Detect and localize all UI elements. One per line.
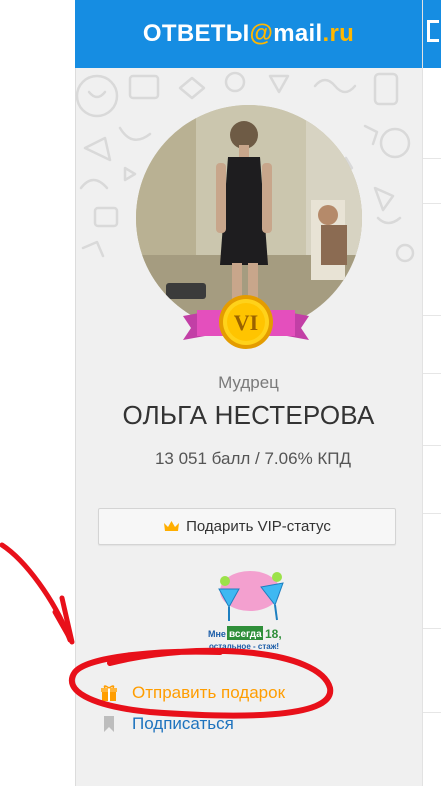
right-content-edge	[422, 0, 441, 786]
send-gift-link[interactable]: Отправить подарок	[100, 683, 285, 703]
site-logo[interactable]: ОТВЕТЫ@mail.ru	[143, 20, 354, 48]
bookmark-icon	[100, 715, 118, 733]
rank-medal-badge: VI	[183, 290, 309, 354]
user-stats: 13 051 балл / 7.06% КПД	[154, 449, 352, 468]
divider	[423, 628, 441, 629]
sticker-text-1: Мне	[208, 629, 226, 639]
left-gutter	[0, 0, 75, 786]
crown-icon	[163, 520, 180, 533]
site-header: ОТВЕТЫ@mail.ru	[75, 0, 422, 68]
gift-vip-button[interactable]: Подарить VIP-статус	[98, 508, 396, 545]
divider	[423, 315, 441, 316]
user-sticker: Мне всегда 18, остальное - стаж!	[205, 565, 295, 651]
subscribe-link[interactable]: Подписаться	[100, 714, 234, 734]
user-name: ОЛЬГА НЕСТЕРОВА	[122, 400, 375, 430]
logo-at-sign: @	[249, 20, 274, 47]
gift-icon	[100, 684, 118, 702]
logo-text-ru: .ru	[322, 20, 355, 47]
divider	[423, 712, 441, 713]
divider	[423, 158, 441, 159]
rank-title: Мудрец	[218, 373, 279, 392]
logo-text-answers: ОТВЕТЫ	[142, 20, 250, 47]
subscribe-label: Подписаться	[132, 714, 234, 733]
sticker-text-3: 18,	[265, 627, 282, 641]
gift-vip-label: Подарить VIP-статус	[186, 518, 331, 535]
divider	[423, 513, 441, 514]
cut-off-icon	[427, 20, 439, 42]
divider	[423, 373, 441, 374]
medal-level-text: VI	[234, 310, 258, 335]
divider	[423, 203, 441, 204]
logo-text-mail: mail	[273, 20, 323, 47]
sticker-text-2: всегда	[229, 629, 262, 640]
right-header-edge	[423, 0, 441, 68]
sticker-text-4: остальное - стаж!	[209, 642, 279, 651]
divider	[423, 445, 441, 446]
send-gift-label: Отправить подарок	[132, 683, 286, 702]
